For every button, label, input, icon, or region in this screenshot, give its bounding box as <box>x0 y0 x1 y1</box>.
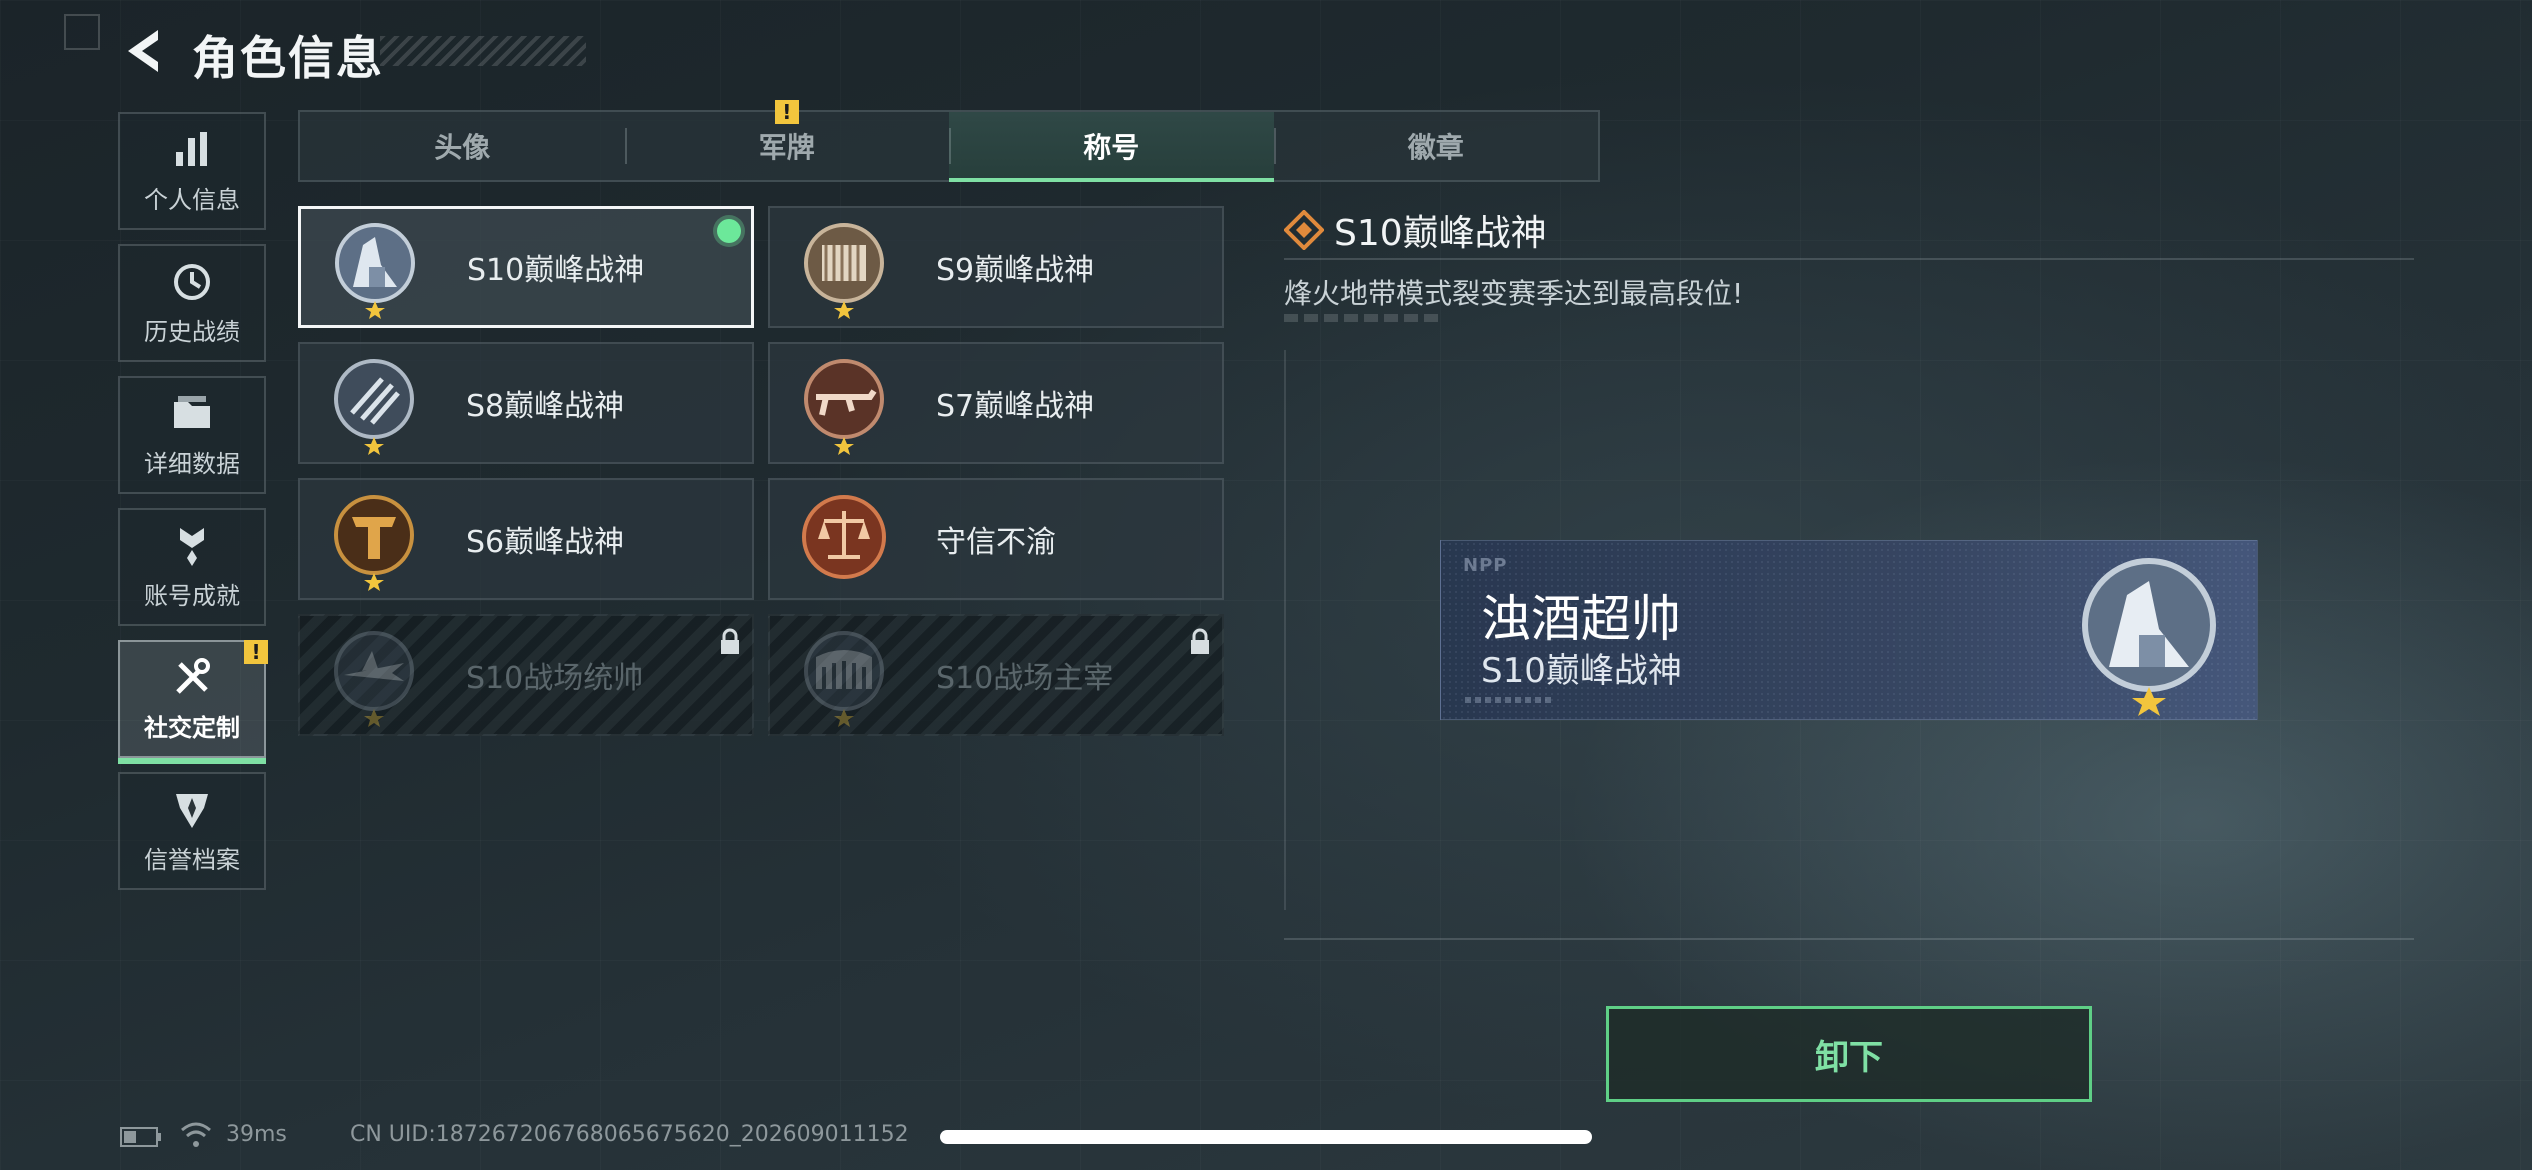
sidebar-item-personal-info[interactable]: 个人信息 <box>118 112 266 230</box>
title-card[interactable]: S8巅峰战神 <box>298 342 754 464</box>
title-card[interactable]: S6巅峰战神 <box>298 478 754 600</box>
title-name: S10战场统帅 <box>466 661 644 696</box>
back-arrow-icon[interactable] <box>118 26 168 76</box>
title-name: S6巅峰战神 <box>466 525 625 560</box>
history-clock-icon <box>174 263 210 300</box>
sidebar-item-label: 个人信息 <box>144 185 240 214</box>
fine-print-decoration <box>1284 314 1444 322</box>
sidebar-item-social-customization[interactable]: 社交定制 ! <box>118 640 268 764</box>
divider <box>1284 938 2414 940</box>
title-card[interactable]: S9巅峰战神 <box>768 206 1224 328</box>
sidebar-item-label: 账号成就 <box>144 581 240 610</box>
warning-badge: ! <box>774 100 799 124</box>
nameplate-title: S10巅峰战神 <box>1481 651 1682 691</box>
title-name: S8巅峰战神 <box>466 389 625 424</box>
page-title: 角色信息 <box>192 31 384 85</box>
sidebar-item-label: 社交定制 <box>144 713 240 742</box>
diamond-rank-icon <box>1284 210 1324 250</box>
battery-icon <box>120 1127 161 1147</box>
sidebar-item-label: 详细数据 <box>144 449 240 478</box>
sidebar-item-achievements[interactable]: 账号成就 <box>118 508 266 626</box>
title-stripes-decoration <box>380 36 586 66</box>
sidebar-item-detailed-data[interactable]: 详细数据 <box>118 376 266 494</box>
frame-divider <box>1284 350 1286 910</box>
title-preview-nameplate: NPP 浊酒超帅 S10巅峰战神 <box>1440 540 2258 720</box>
tools-icon <box>176 657 210 694</box>
warning-badge: ! <box>244 640 268 664</box>
tab-badge[interactable]: 徽章 <box>1273 112 1599 180</box>
nameplate-logo: NPP <box>1463 555 1508 576</box>
lock-icon <box>721 628 739 654</box>
unequip-button[interactable]: 卸下 <box>1606 1006 2092 1102</box>
s10-emblem-icon <box>335 223 415 319</box>
tab-avatar[interactable]: 头像 <box>300 112 625 180</box>
folder-icon <box>174 395 210 428</box>
title-card[interactable]: S10巅峰战神 <box>298 206 754 328</box>
home-indicator[interactable] <box>940 1130 1592 1144</box>
corner-decoration <box>64 14 100 50</box>
achievement-icon <box>180 527 204 566</box>
detail-title: S10巅峰战神 <box>1334 213 1547 254</box>
title-name: S10巅峰战神 <box>467 253 645 288</box>
sidebar-item-credit-record[interactable]: 信誉档案 <box>118 772 266 890</box>
fine-print-decoration <box>1465 697 1555 703</box>
detail-description: 烽火地带模式裂变赛季达到最高段位! <box>1284 277 1744 310</box>
s8-emblem-icon <box>334 359 414 455</box>
s7-emblem-icon <box>804 359 884 455</box>
tab-title[interactable]: 称号 <box>949 112 1274 182</box>
bar-chart-icon <box>176 131 207 166</box>
lock-icon <box>1191 628 1209 654</box>
title-card[interactable]: S7巅峰战神 <box>768 342 1224 464</box>
title-card[interactable]: S10战场主宰 <box>768 614 1224 736</box>
aircraft-emblem-icon <box>334 631 414 727</box>
equipped-indicator <box>717 219 741 243</box>
title-name: 守信不渝 <box>936 525 1056 560</box>
title-card[interactable]: 守信不渝 <box>768 478 1224 600</box>
user-uid: CN UID:1872672067680656756​20_2026090111… <box>350 1122 909 1147</box>
title-card[interactable]: S10战场统帅 <box>298 614 754 736</box>
title-name: S7巅峰战神 <box>936 389 1095 424</box>
sidebar-item-label: 信誉档案 <box>144 845 240 874</box>
title-name: S10战场主宰 <box>936 661 1114 696</box>
player-name: 浊酒超帅 <box>1481 590 1681 648</box>
wifi-icon <box>181 1122 211 1147</box>
credit-shield-icon <box>176 793 208 828</box>
s6-emblem-icon <box>334 495 414 591</box>
scales-emblem-icon <box>802 495 886 579</box>
s9-emblem-icon <box>804 223 884 319</box>
s10-emblem-icon <box>2082 558 2216 716</box>
divider <box>1284 258 2414 260</box>
title-name: S9巅峰战神 <box>936 253 1095 288</box>
colosseum-emblem-icon <box>804 631 884 727</box>
tab-dog-tag[interactable]: 军牌 ! <box>624 100 950 180</box>
ping-latency: 39ms <box>226 1122 287 1147</box>
category-tabs: 头像 军牌 ! 称号 徽章 <box>298 100 1600 182</box>
sidebar-item-label: 历史战绩 <box>144 317 240 346</box>
sidebar-item-history[interactable]: 历史战绩 <box>118 244 266 362</box>
